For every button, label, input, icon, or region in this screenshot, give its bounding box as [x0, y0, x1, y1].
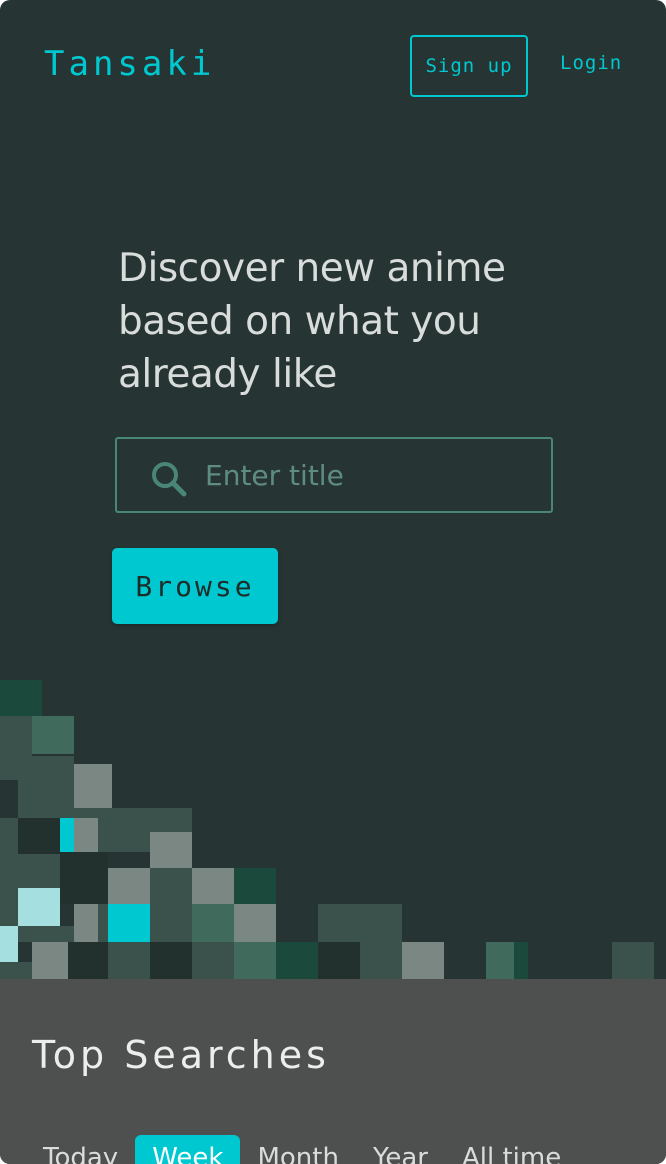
hero-title-line: Discover new anime: [118, 246, 506, 291]
hero-title: Discover new anime based on what you alr…: [118, 242, 578, 401]
search-input[interactable]: [205, 439, 535, 511]
search-box[interactable]: [115, 437, 553, 513]
tab-today[interactable]: Today: [26, 1135, 135, 1164]
login-link[interactable]: Login: [560, 52, 622, 74]
hero-title-line: already like: [118, 352, 337, 397]
tab-month[interactable]: Month: [240, 1135, 356, 1164]
logo[interactable]: Tansaki: [44, 44, 215, 84]
tab-week[interactable]: Week: [135, 1135, 241, 1164]
tab-all-time[interactable]: All time: [445, 1135, 578, 1164]
top-searches-title: Top Searches: [32, 1033, 330, 1077]
hero-title-line: based on what you: [118, 299, 481, 344]
browse-button[interactable]: Browse: [112, 548, 278, 624]
time-range-tabs: Today Week Month Year All time: [26, 1135, 578, 1164]
top-searches-panel: Top Searches Today Week Month Year All t…: [0, 979, 666, 1164]
signup-button[interactable]: Sign up: [410, 35, 528, 97]
tab-year[interactable]: Year: [356, 1135, 445, 1164]
app-window: Tansaki Sign up Login Discover new anime…: [0, 0, 666, 1164]
search-icon: [152, 462, 187, 497]
